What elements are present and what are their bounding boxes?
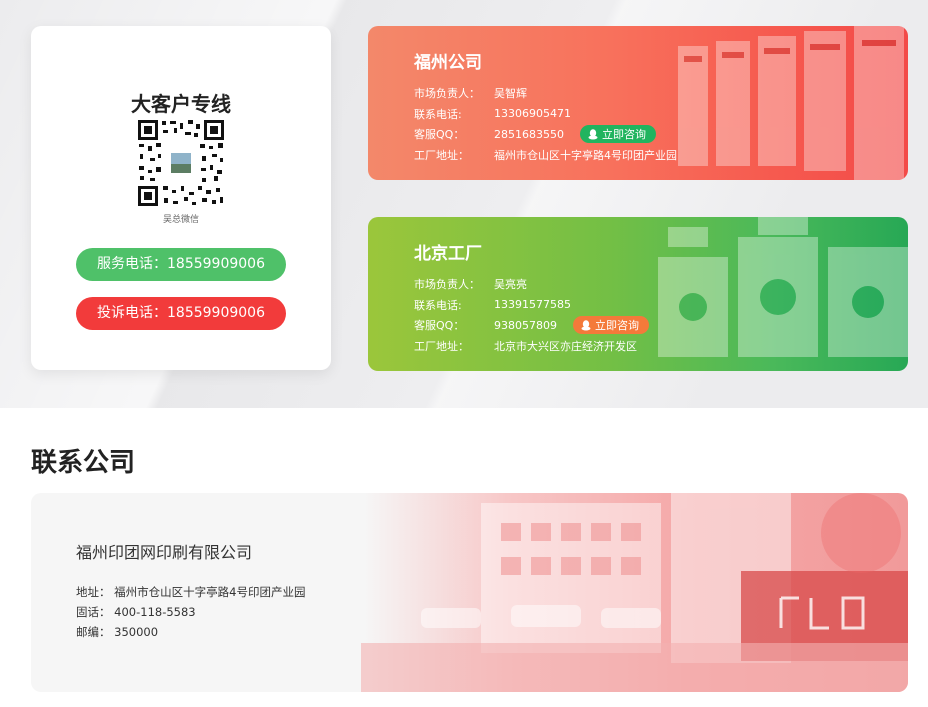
contact-label: 邮编： <box>76 625 111 639</box>
vip-hotline-card: 大客户专线 吴总微信 服务电话：18559909006 投诉电话：1855990… <box>31 26 331 370</box>
company-name: 福州公司 <box>414 53 482 73</box>
complaint-phone-button[interactable]: 投诉电话：18559909006 <box>76 297 286 330</box>
info-label: 市场负责人： <box>414 87 480 101</box>
qr-code-icon <box>136 118 226 208</box>
info-value: 吴亮亮 <box>494 278 527 292</box>
contact-label: 固话： <box>76 605 111 619</box>
contact-row: 固话： 400-118-5583 <box>76 602 305 622</box>
info-value: 北京市大兴区亦庄经济开发区 <box>494 339 637 353</box>
info-row: 市场负责人： 吴亮亮 <box>414 274 649 295</box>
info-value: 福州市仓山区十字亭路4号印团产业园 <box>494 148 677 162</box>
info-row: 联系电话: 13391577585 <box>414 295 649 316</box>
factory-machines-image <box>678 26 904 180</box>
factory-machines-image <box>658 217 908 357</box>
qr-caption: 吴总微信 <box>162 215 199 225</box>
info-row: 客服QQ： 938057809 立即咨询 <box>414 315 649 336</box>
service-phone-button[interactable]: 服务电话：18559909006 <box>76 248 286 281</box>
contact-value: 400-118-5583 <box>114 605 196 619</box>
info-row: 客服QQ： 2851683550 立即咨询 <box>414 124 677 145</box>
info-value: 2851683550 <box>494 127 564 141</box>
company-info: 市场负责人： 吴智辉 联系电话: 13306905471 客服QQ： 28516… <box>414 83 677 165</box>
section-title: 联系公司 <box>31 448 136 478</box>
company-info: 市场负责人： 吴亮亮 联系电话: 13391577585 客服QQ： 93805… <box>414 274 649 356</box>
contact-value: 350000 <box>114 625 159 639</box>
contact-company-name: 福州印团网印刷有限公司 <box>76 543 253 562</box>
info-label: 工厂地址： <box>414 339 469 353</box>
info-label: 联系电话: <box>414 298 462 312</box>
info-row: 联系电话: 13306905471 <box>414 104 677 125</box>
info-value: 13306905471 <box>494 107 571 121</box>
contact-label: 地址： <box>76 585 111 599</box>
company-building-image <box>361 493 908 692</box>
contact-company-card: 福州印团网印刷有限公司 地址： 福州市仓山区十字亭路4号印团产业园 固话： 40… <box>31 493 908 692</box>
contact-row: 邮编： 350000 <box>76 622 305 642</box>
fuzhou-company-card: 福州公司 市场负责人： 吴智辉 联系电话: 13306905471 客服QQ： … <box>368 26 908 180</box>
info-label: 联系电话: <box>414 107 462 121</box>
qq-penguin-icon <box>588 128 598 140</box>
contact-value: 福州市仓山区十字亭路4号印团产业园 <box>114 585 306 599</box>
info-value: 938057809 <box>494 318 557 332</box>
info-row: 工厂地址： 北京市大兴区亦庄经济开发区 <box>414 336 649 357</box>
consult-label: 立即咨询 <box>595 319 639 333</box>
info-label: 工厂地址： <box>414 148 469 162</box>
beijing-factory-card: 北京工厂 市场负责人： 吴亮亮 联系电话: 13391577585 客服QQ： … <box>368 217 908 371</box>
contact-info: 地址： 福州市仓山区十字亭路4号印团产业园 固话： 400-118-5583 邮… <box>76 582 305 642</box>
info-label: 客服QQ： <box>414 319 465 333</box>
info-row: 市场负责人： 吴智辉 <box>414 83 677 104</box>
info-value: 吴智辉 <box>494 87 527 101</box>
consult-button[interactable]: 立即咨询 <box>580 125 656 144</box>
consult-label: 立即咨询 <box>602 128 646 142</box>
company-name: 北京工厂 <box>414 244 482 264</box>
info-row: 工厂地址： 福州市仓山区十字亭路4号印团产业园 <box>414 145 677 166</box>
vip-title: 大客户专线 <box>131 92 231 116</box>
qq-penguin-icon <box>581 319 591 331</box>
info-label: 市场负责人： <box>414 278 480 292</box>
contact-row: 地址： 福州市仓山区十字亭路4号印团产业园 <box>76 582 305 602</box>
info-value: 13391577585 <box>494 298 571 312</box>
consult-button[interactable]: 立即咨询 <box>573 316 649 335</box>
info-label: 客服QQ： <box>414 128 465 142</box>
